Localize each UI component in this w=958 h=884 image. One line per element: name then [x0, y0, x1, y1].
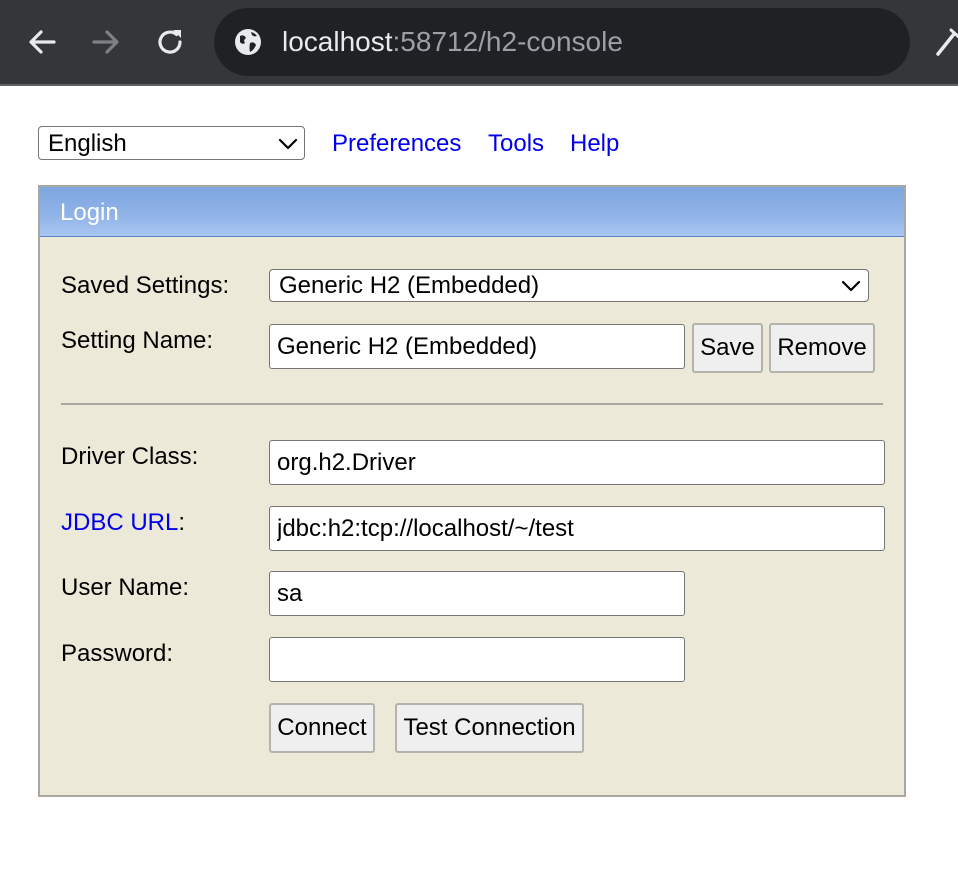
language-select[interactable]: English: [38, 126, 305, 160]
extension-icon[interactable]: [934, 26, 958, 58]
section-divider: [61, 403, 883, 405]
url-text: localhost:58712/h2-console: [282, 23, 623, 61]
user-name-input[interactable]: [269, 571, 685, 616]
setting-name-input[interactable]: [269, 324, 685, 369]
forward-arrow-icon[interactable]: [86, 22, 126, 62]
test-connection-button[interactable]: Test Connection: [395, 703, 584, 753]
jdbc-url-input[interactable]: [269, 506, 885, 551]
chevron-down-icon: [278, 138, 298, 150]
back-arrow-icon[interactable]: [22, 22, 62, 62]
driver-class-input[interactable]: [269, 440, 885, 485]
user-name-label: User Name:: [61, 574, 190, 601]
password-input[interactable]: [269, 637, 685, 682]
browser-toolbar: localhost:58712/h2-console: [0, 0, 958, 84]
save-button[interactable]: Save: [692, 323, 763, 373]
saved-settings-value: Generic H2 (Embedded): [279, 272, 540, 299]
connect-button[interactable]: Connect: [269, 703, 375, 753]
login-panel: Login Saved Settings: Generic H2 (Embedd…: [38, 185, 906, 797]
address-bar[interactable]: localhost:58712/h2-console: [214, 8, 910, 76]
login-title: Login: [60, 199, 119, 226]
reload-icon[interactable]: [150, 22, 190, 62]
login-header: Login: [40, 187, 904, 237]
saved-settings-label: Saved Settings:: [61, 272, 230, 299]
toolbar-divider: [0, 84, 958, 86]
url-path: :58712/h2-console: [392, 26, 623, 57]
jdbc-url-label: JDBC URL:: [61, 509, 185, 537]
password-label: Password:: [61, 640, 174, 667]
jdbc-url-link[interactable]: JDBC URL: [61, 509, 178, 536]
setting-name-label: Setting Name:: [61, 327, 214, 354]
remove-button[interactable]: Remove: [769, 323, 875, 373]
saved-settings-select[interactable]: Generic H2 (Embedded): [269, 269, 869, 302]
preferences-link[interactable]: Preferences: [332, 130, 461, 158]
jdbc-url-colon: :: [178, 509, 186, 536]
chevron-down-icon: [841, 280, 861, 292]
globe-icon[interactable]: [234, 28, 262, 56]
driver-class-label: Driver Class:: [61, 443, 199, 470]
language-select-value: English: [48, 130, 127, 157]
help-link[interactable]: Help: [570, 130, 619, 158]
tools-link[interactable]: Tools: [488, 130, 544, 158]
url-host: localhost: [282, 26, 393, 57]
